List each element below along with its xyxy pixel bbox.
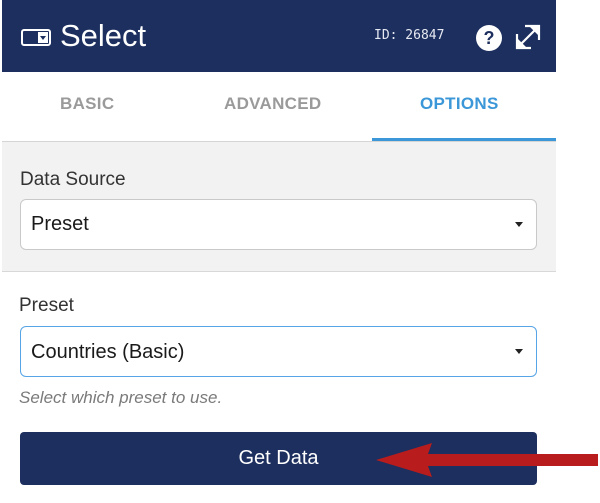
svg-text:?: ? bbox=[484, 28, 495, 48]
help-icon[interactable]: ? bbox=[475, 24, 503, 57]
tab-bar: BASIC ADVANCED OPTIONS bbox=[2, 72, 556, 142]
widget-title: Select bbox=[60, 18, 147, 53]
tab-basic[interactable]: BASIC bbox=[60, 94, 114, 114]
tab-advanced[interactable]: ADVANCED bbox=[224, 94, 321, 114]
tab-options[interactable]: OPTIONS bbox=[420, 94, 499, 114]
preset-help-text: Select which preset to use. bbox=[19, 388, 223, 407]
data-source-label: Data Source bbox=[20, 169, 126, 190]
select-widget-icon bbox=[21, 29, 51, 51]
data-source-section: Data Source Preset bbox=[2, 142, 556, 272]
chevron-down-icon bbox=[515, 222, 523, 227]
widget-id: ID: 26847 bbox=[374, 28, 445, 43]
widget-header: Select ID: 26847 ? bbox=[2, 0, 556, 72]
chevron-down-icon bbox=[515, 349, 523, 354]
data-source-select[interactable]: Preset bbox=[20, 199, 537, 250]
expand-icon[interactable] bbox=[513, 22, 543, 57]
red-arrow-annotation bbox=[370, 438, 600, 487]
preset-select[interactable]: Countries (Basic) bbox=[20, 326, 537, 377]
select-widget-panel: Select ID: 26847 ? BASIC ADVANCED OPTION… bbox=[0, 0, 556, 503]
preset-value: Countries (Basic) bbox=[31, 341, 185, 363]
preset-label: Preset bbox=[19, 295, 74, 316]
data-source-value: Preset bbox=[31, 213, 89, 235]
